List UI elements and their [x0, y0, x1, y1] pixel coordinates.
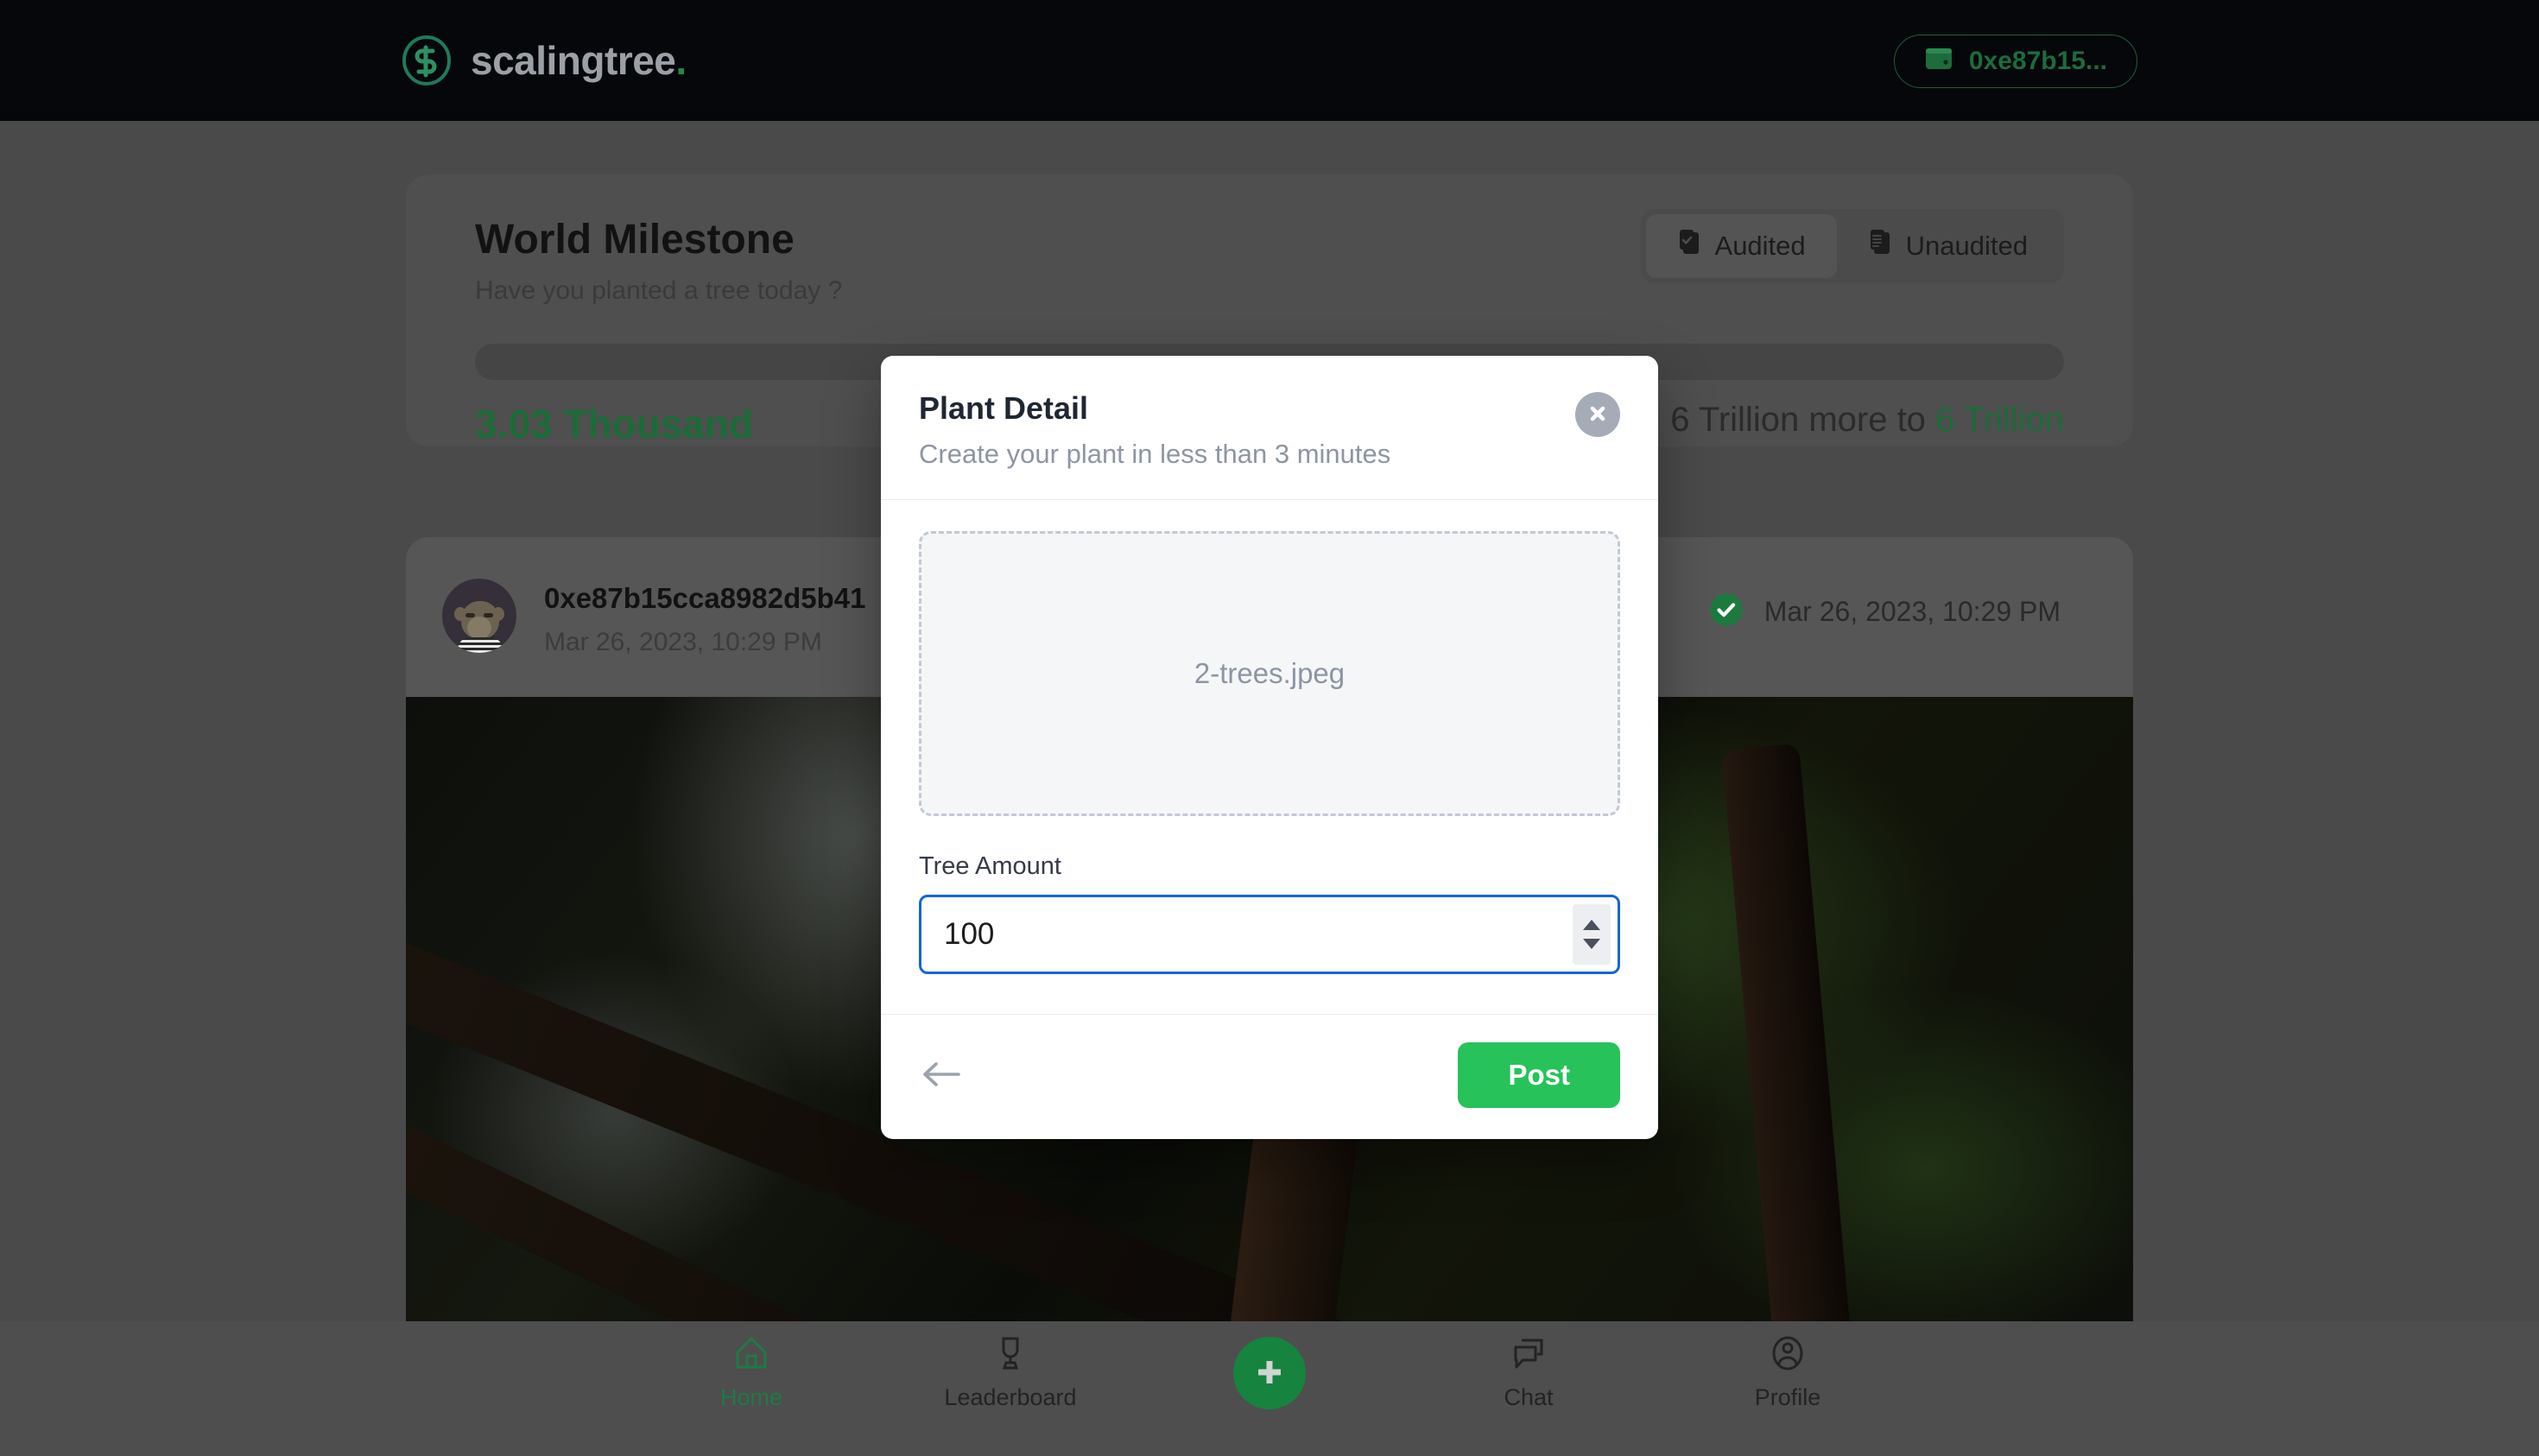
plant-detail-modal: Plant Detail Create your plant in less t…: [881, 356, 1658, 1139]
modal-body: 2-trees.jpeg Tree Amount 100: [881, 500, 1658, 983]
back-button[interactable]: [919, 1059, 964, 1092]
modal-subtitle: Create your plant in less than 3 minutes: [919, 439, 1391, 469]
stepper-up-icon[interactable]: [1583, 920, 1600, 930]
tree-amount-field[interactable]: 100: [919, 895, 1620, 974]
modal-header: Plant Detail Create your plant in less t…: [881, 356, 1658, 500]
modal-footer: Post: [881, 1014, 1658, 1139]
dropzone-filename: 2-trees.jpeg: [1194, 657, 1345, 689]
tree-amount-input[interactable]: 100: [921, 917, 994, 952]
close-icon: [1586, 402, 1610, 428]
app-root: scalingtree. 0xe87b15... World Milestone…: [0, 0, 2539, 1456]
modal-title: Plant Detail: [919, 390, 1089, 426]
close-button[interactable]: [1575, 392, 1620, 437]
stepper-down-icon[interactable]: [1583, 939, 1600, 949]
arrow-left-icon: [919, 1059, 964, 1092]
quantity-stepper[interactable]: [1573, 904, 1611, 965]
file-dropzone[interactable]: 2-trees.jpeg: [919, 531, 1620, 816]
tree-amount-label: Tree Amount: [919, 852, 1061, 880]
post-button[interactable]: Post: [1458, 1042, 1620, 1108]
